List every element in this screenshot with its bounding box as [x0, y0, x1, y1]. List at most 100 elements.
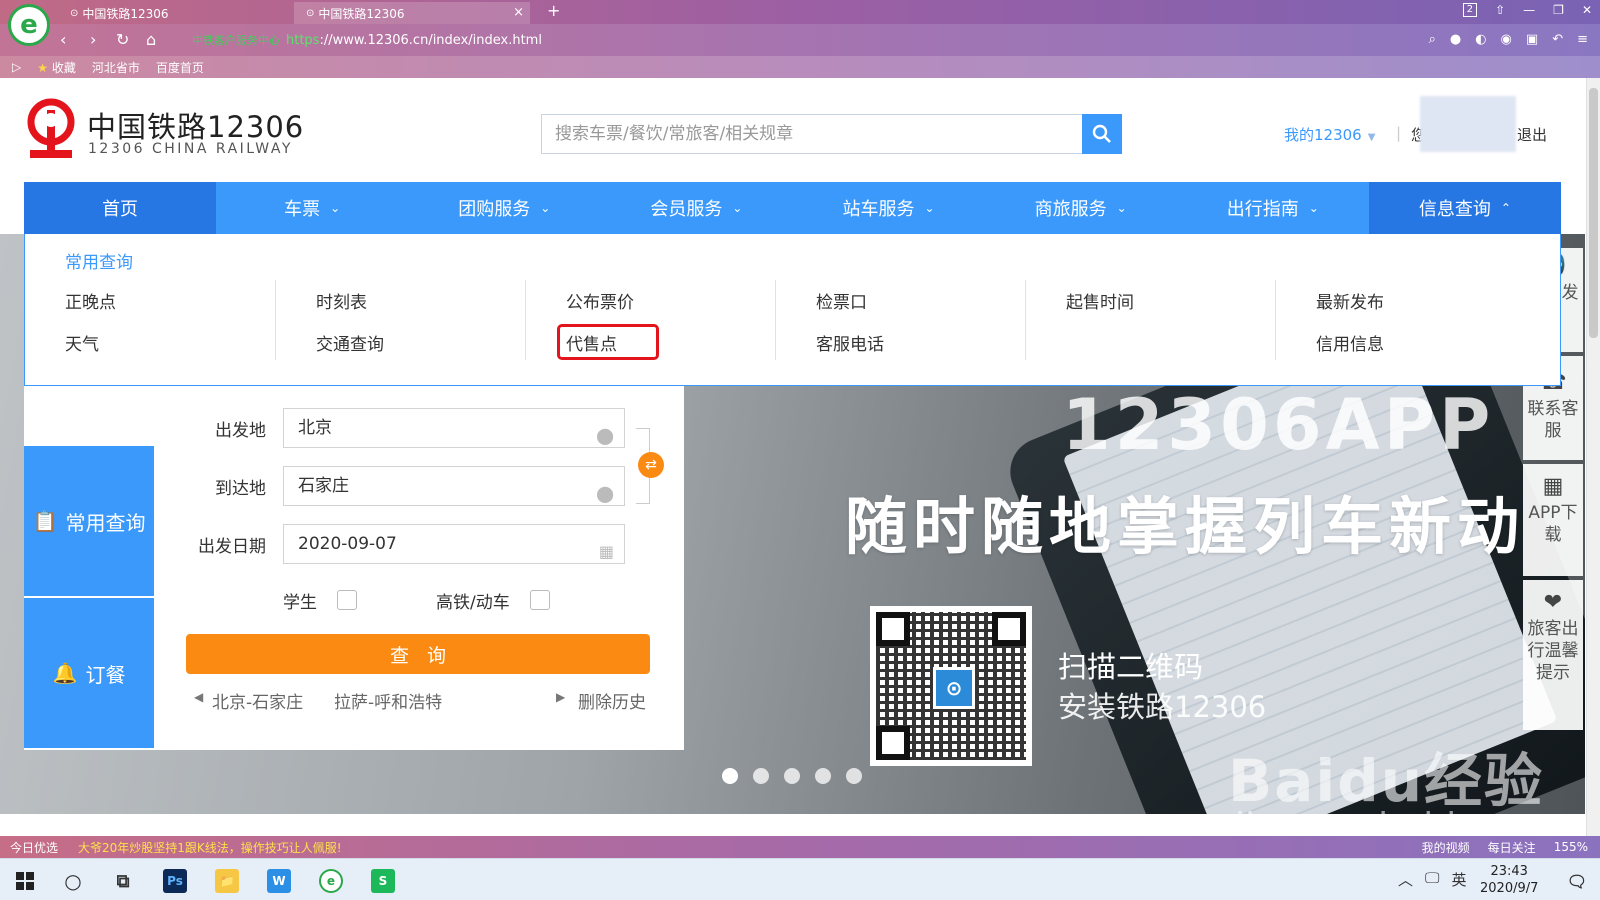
from-station-input[interactable]: 北京 ⬤ [283, 408, 625, 448]
chevron-down-icon: ⌄ [1116, 201, 1127, 215]
highspeed-checkbox[interactable] [530, 590, 550, 610]
status-promo-label[interactable]: 今日优选 [10, 839, 58, 856]
tab-favicon-icon: ⊙ [70, 7, 79, 19]
window-count-badge[interactable]: 2 [1462, 3, 1478, 17]
departure-date-input[interactable]: 2020-09-07 ▦ [283, 524, 625, 564]
history-item[interactable]: 拉萨-呼和浩特 [334, 688, 442, 713]
scrollbar-thumb[interactable] [1589, 88, 1598, 338]
carousel-dot[interactable] [846, 768, 862, 784]
search-circle-icon[interactable]: ○ [50, 863, 96, 899]
carousel-dot[interactable] [784, 768, 800, 784]
url-field[interactable]: 中铁客户服务中心 https ://www.12306.cn/index/ind… [192, 30, 1182, 50]
extension-icon[interactable]: ▣ [1526, 32, 1538, 47]
tray-expand-icon[interactable]: ︿ [1398, 869, 1413, 890]
link-latest-release[interactable]: 最新发布 [1316, 288, 1384, 313]
daily-follow-link[interactable]: 每日关注 [1488, 839, 1536, 856]
browser-tab-active[interactable]: ⊙ 中国铁路12306 × [294, 2, 530, 24]
page-scrollbar[interactable] [1586, 78, 1600, 846]
swap-stations-button[interactable]: ⇄ [638, 452, 664, 478]
nav-member-service[interactable]: 会员服务 ⌄ [600, 182, 792, 234]
search-icon[interactable]: ⌕ [1429, 32, 1436, 47]
back-icon[interactable]: ‹ [60, 30, 66, 49]
home-icon[interactable]: ⌂ [146, 30, 156, 49]
link-ticket-gate[interactable]: 检票口 [816, 288, 867, 313]
close-window-icon[interactable]: ✕ [1582, 3, 1592, 17]
notification-icon[interactable]: 🗨 [1554, 863, 1600, 899]
nav-group-service[interactable]: 团购服务 ⌄ [408, 182, 600, 234]
refresh-icon[interactable]: ↻ [116, 30, 129, 49]
link-timetable[interactable]: 时刻表 [316, 288, 367, 313]
bookmarks-toggle-icon[interactable]: ▷ [12, 60, 21, 74]
nav-business-travel[interactable]: 商旅服务 ⌄ [985, 182, 1177, 234]
link-sale-start-time[interactable]: 起售时间 [1066, 288, 1134, 313]
my-videos-link[interactable]: 我的视频 [1422, 839, 1470, 856]
watermark-brand: Baidu经验 [1228, 747, 1545, 814]
tab-order-meal[interactable]: 🔔 订餐 [24, 598, 154, 748]
close-tab-icon[interactable]: × [513, 5, 524, 20]
nav-home[interactable]: 首页 [24, 182, 217, 234]
windows-start-icon[interactable] [2, 863, 48, 899]
task-view-icon[interactable]: ⧉ [100, 863, 146, 899]
bookmark-item[interactable]: 百度首页 [156, 59, 204, 76]
cert-label[interactable]: 中铁客户服务中心 [192, 32, 280, 48]
china-railway-logo-icon[interactable] [24, 98, 78, 160]
meal-bell-icon: 🔔 [52, 661, 78, 685]
carousel-dot[interactable] [722, 768, 738, 784]
forward-icon[interactable]: › [90, 30, 96, 49]
network-icon[interactable]: 🖵 [1425, 869, 1439, 890]
bookmark-item[interactable]: 河北省市 [92, 59, 140, 76]
carousel-dot[interactable] [753, 768, 769, 784]
minimize-icon[interactable]: — [1523, 3, 1535, 17]
rail-travel-tips[interactable]: ❤ 旅客出行温馨提示 [1523, 580, 1583, 730]
undo-icon[interactable]: ↶ [1552, 32, 1563, 47]
browser-logo-icon[interactable]: e [8, 4, 50, 46]
nav-tickets[interactable]: 车票 ⌄ [216, 182, 408, 234]
status-news-ticker[interactable]: 大爷20年炒股坚持1跟K线法，操作技巧让人佩服! [78, 839, 342, 856]
new-tab-button[interactable]: + [547, 1, 560, 20]
student-checkbox[interactable] [337, 590, 357, 610]
nav-travel-guide[interactable]: 出行指南 ⌄ [1177, 182, 1369, 234]
photoshop-app[interactable]: Ps [152, 863, 198, 899]
site-search-button[interactable] [1082, 114, 1122, 154]
link-published-fares[interactable]: 公布票价 [566, 288, 634, 313]
chevron-down-icon: ⌄ [924, 201, 935, 215]
bookmark-favorites[interactable]: ★ 收藏 [37, 59, 76, 76]
tab-common-query[interactable]: 📋 常用查询 [24, 446, 154, 596]
link-traffic-query[interactable]: 交通查询 [316, 330, 384, 355]
browser-app[interactable]: e [308, 863, 354, 899]
link-weather[interactable]: 天气 [65, 330, 99, 355]
link-credit-info[interactable]: 信用信息 [1316, 330, 1384, 355]
site-search-input[interactable]: 搜索车票/餐饮/常旅客/相关规章 [541, 114, 1083, 154]
link-service-phone[interactable]: 客服电话 [816, 330, 884, 355]
taskbar-clock[interactable]: 23:43 2020/9/7 [1480, 863, 1538, 897]
query-button[interactable]: 查询 [186, 634, 650, 674]
wps-writer-app[interactable]: W [256, 863, 302, 899]
nav-station-service[interactable]: 站车服务 ⌄ [793, 182, 985, 234]
wps-sheet-app[interactable]: S [360, 863, 406, 899]
tab-title: 中国铁路12306 [318, 6, 405, 21]
nav-info-query[interactable]: 信息查询 ⌃ [1368, 182, 1561, 234]
watermark-url: jingyan.baidu.com [1235, 806, 1567, 814]
menu-icon[interactable]: ≡ [1577, 32, 1588, 47]
history-prev-icon[interactable]: ◀ [194, 690, 203, 704]
carousel-dot[interactable] [815, 768, 831, 784]
link-train-delay[interactable]: 正晚点 [65, 288, 116, 313]
clock-time: 23:43 [1490, 864, 1528, 879]
extension-icon[interactable]: ◉ [1501, 32, 1512, 47]
ime-indicator[interactable]: 英 [1451, 869, 1466, 890]
my12306-link[interactable]: 我的12306 ▼ [1284, 124, 1375, 145]
extension-icon[interactable]: ● [1450, 32, 1461, 47]
restore-icon[interactable]: ❐ [1553, 3, 1564, 17]
to-station-input[interactable]: 石家庄 ⬤ [283, 466, 625, 506]
from-label: 出发地 [215, 421, 266, 441]
zoom-level[interactable]: 155% [1554, 840, 1588, 854]
logout-link[interactable]: 退出 [1517, 124, 1547, 145]
extension-icon[interactable]: ◐ [1475, 32, 1486, 47]
rail-app-download[interactable]: ▦ APP下载 [1523, 464, 1583, 576]
history-item[interactable]: 北京-石家庄 [212, 688, 303, 713]
history-next-icon[interactable]: ▶ [556, 690, 565, 704]
skin-icon[interactable]: ⇧ [1495, 3, 1505, 17]
clear-history-link[interactable]: 删除历史 [578, 688, 646, 713]
browser-tab[interactable]: ⊙ 中国铁路12306 [58, 2, 294, 24]
file-explorer-app[interactable]: 📁 [204, 863, 250, 899]
